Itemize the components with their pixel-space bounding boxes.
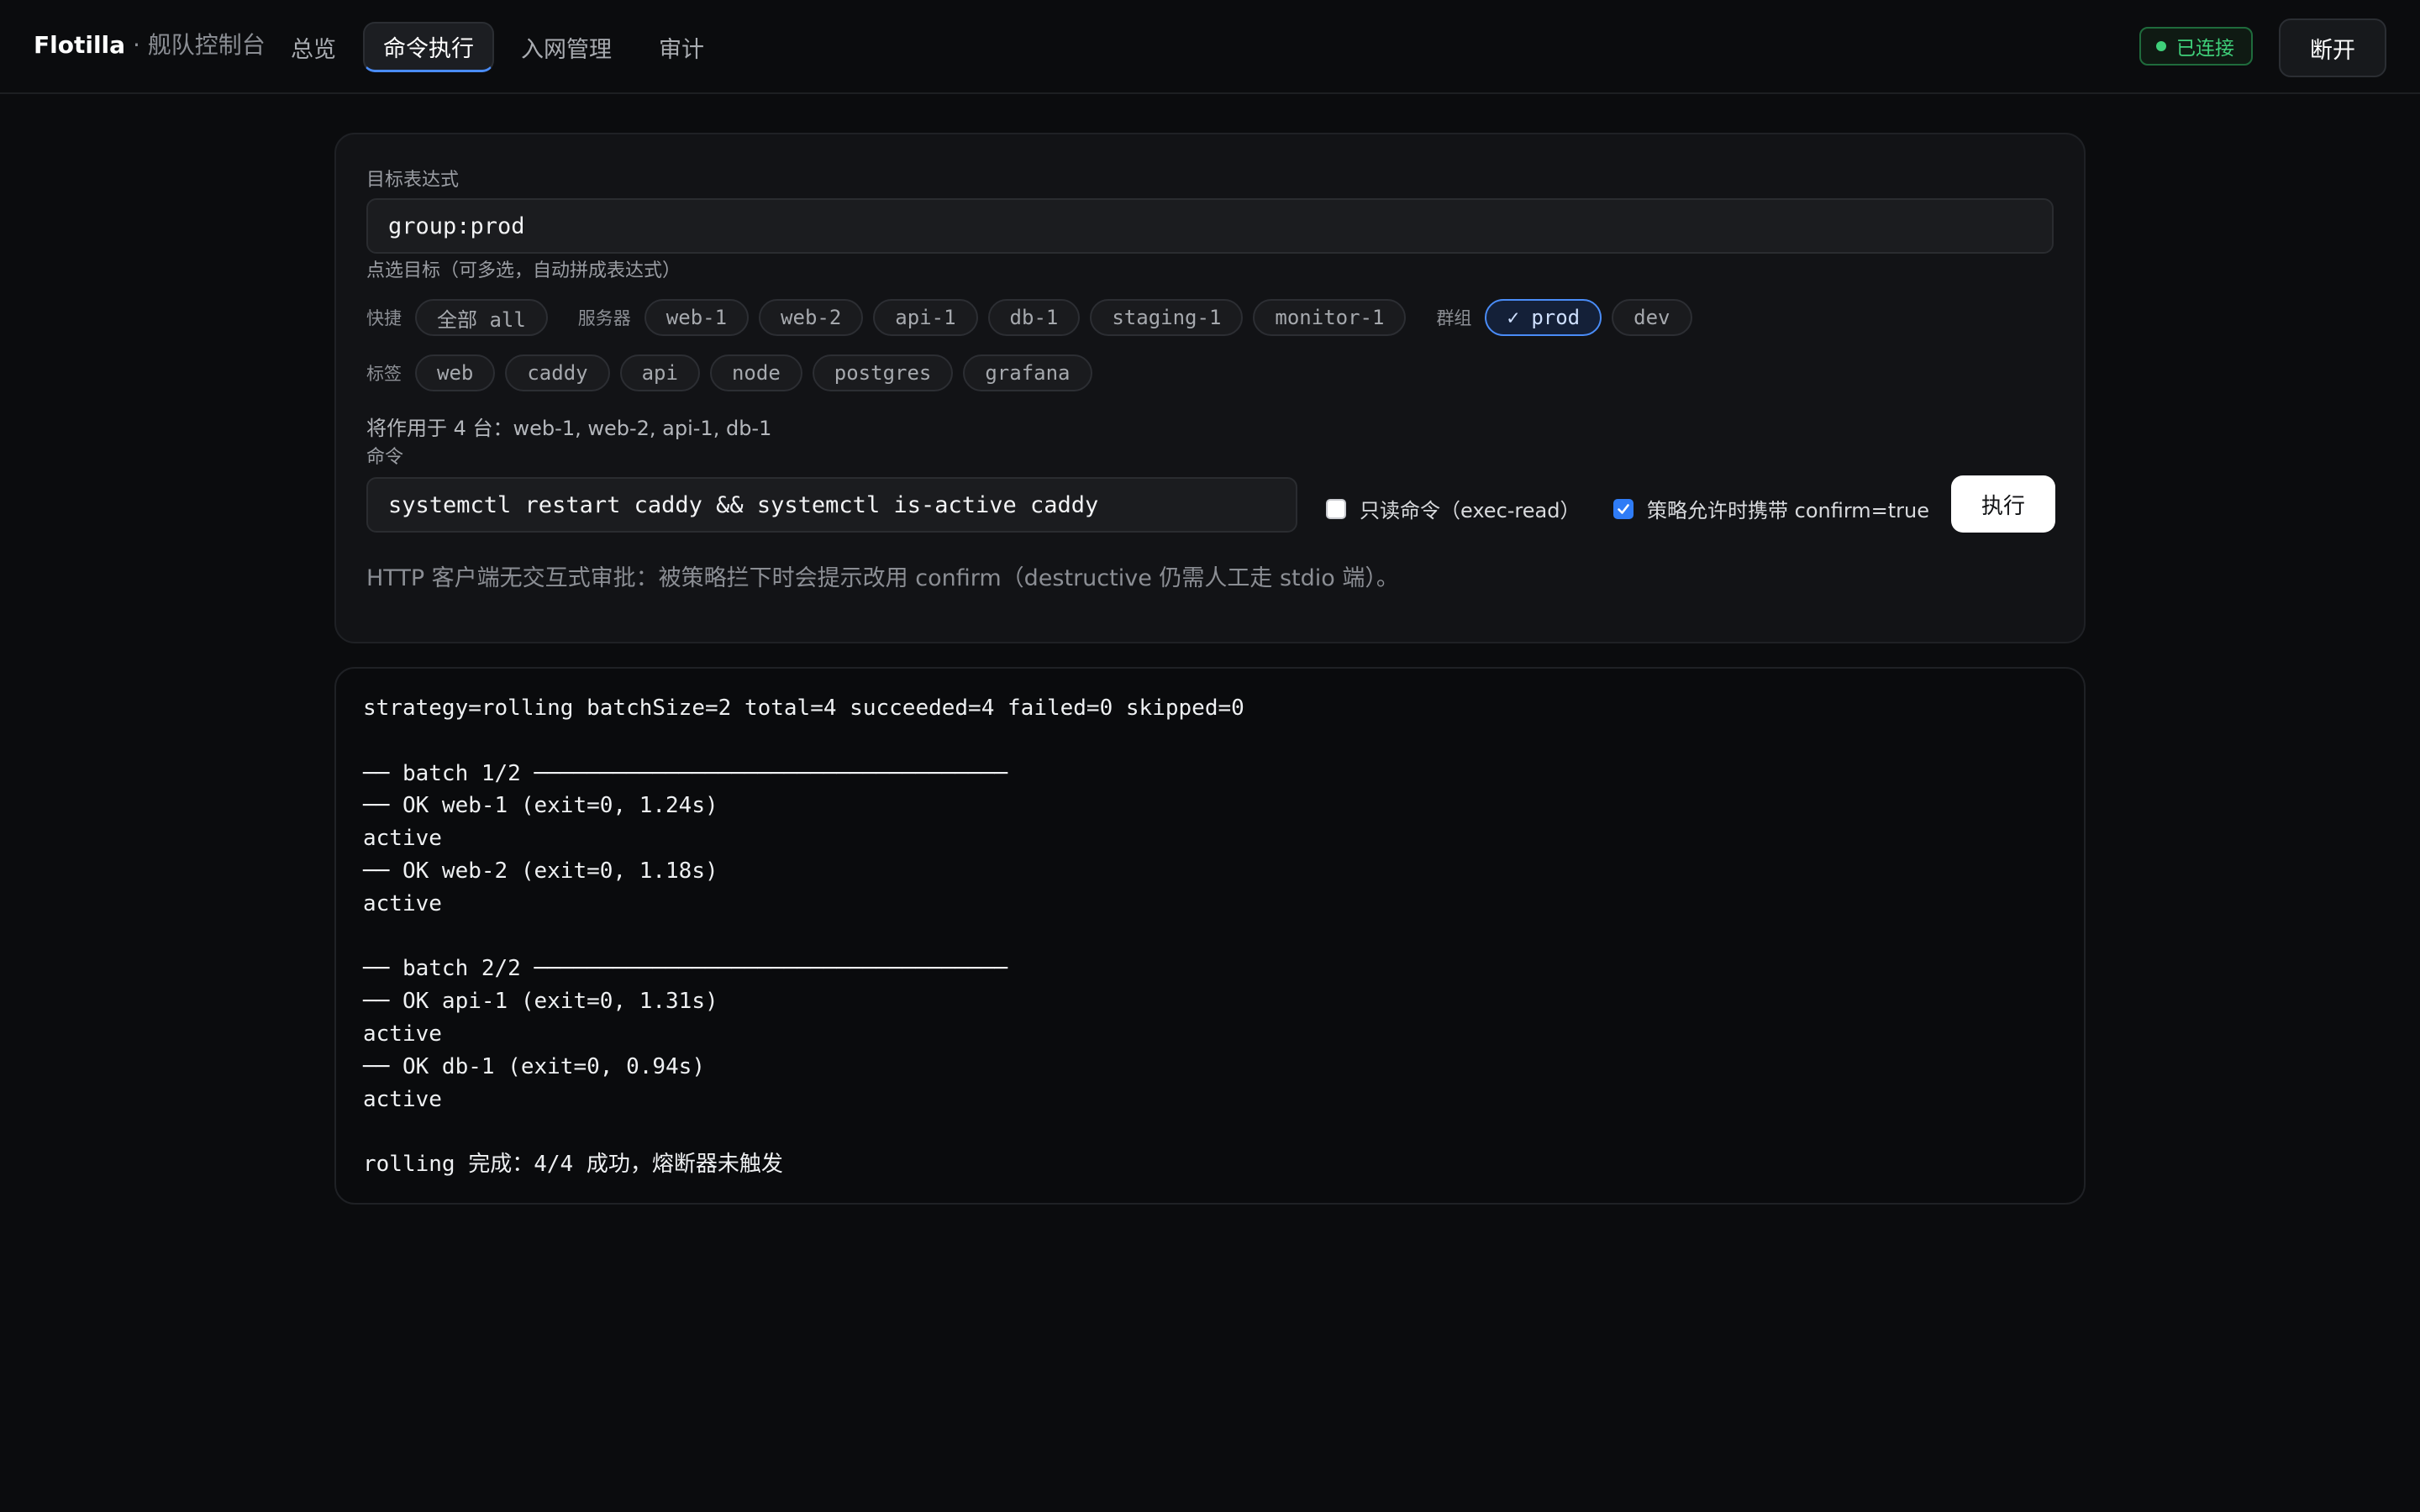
nav-tab-enrollment[interactable]: 入网管理 — [501, 22, 632, 72]
output-line: ── OK web-2 (exit=0, 1.18s) — [363, 858, 718, 884]
output-line: ── batch 2/2 ───────────────────────────… — [363, 956, 1008, 982]
chip-tag-api[interactable]: api — [619, 354, 700, 391]
command-output-log: strategy=rolling batchSize=2 total=4 suc… — [363, 692, 2057, 1181]
chip-server-web-1[interactable]: web-1 — [644, 299, 750, 336]
connection-status-text: 已连接 — [2176, 38, 2234, 60]
command-label: 命令 — [366, 447, 404, 468]
command-input[interactable]: systemctl restart caddy && systemctl is-… — [366, 477, 1297, 533]
confirm-checkbox-label: 策略允许时携带 confirm=true — [1647, 499, 1930, 522]
app-brand: Flotilla · 舰队控制台 — [34, 29, 266, 62]
readonly-checkbox-label: 只读命令（exec-read） — [1360, 499, 1581, 522]
checkmark-icon — [1618, 503, 1629, 514]
output-line: active — [363, 1086, 442, 1112]
target-chip-row: 快捷 全部 all 服务器 web-1 web-2 api-1 db-1 sta… — [366, 299, 1692, 336]
execute-button[interactable]: 执行 — [1951, 475, 2055, 533]
tag-chip-row: 标签 web caddy api node postgres grafana — [366, 354, 1092, 391]
servers-label: 服务器 — [577, 308, 631, 328]
command-output-panel: strategy=rolling batchSize=2 total=4 suc… — [334, 667, 2086, 1205]
chip-group-dev[interactable]: dev — [1612, 299, 1692, 336]
output-line: rolling 完成：4/4 成功，熔断器未触发 — [363, 1152, 783, 1178]
brand-separator: · — [125, 31, 148, 59]
tags-label: 标签 — [366, 364, 402, 384]
confirm-checkbox[interactable] — [1613, 498, 1634, 519]
nav-tab-audit[interactable]: 审计 — [639, 22, 724, 72]
affected-hosts-text: 将作用于 4 台：web-1, web-2, api-1, db-1 — [366, 417, 772, 440]
chip-server-api-1[interactable]: api-1 — [873, 299, 978, 336]
output-line: ── OK api-1 (exit=0, 1.31s) — [363, 989, 718, 1015]
chip-server-db-1[interactable]: db-1 — [987, 299, 1081, 336]
http-approval-hint: HTTP 客户端无交互式审批：被策略拦下时会提示改用 confirm（destr… — [366, 565, 1399, 591]
top-bar: Flotilla · 舰队控制台 总览 命令执行 入网管理 审计 已连接 断开 — [0, 0, 2420, 94]
chip-server-staging-1[interactable]: staging-1 — [1090, 299, 1244, 336]
main-nav: 总览 命令执行 入网管理 审计 — [271, 22, 724, 72]
output-line: active — [363, 1021, 442, 1047]
chip-tag-postgres[interactable]: postgres — [812, 354, 954, 391]
chip-server-web-2[interactable]: web-2 — [759, 299, 864, 336]
output-line: ── batch 1/2 ───────────────────────────… — [363, 760, 1008, 786]
chip-tag-node[interactable]: node — [709, 354, 802, 391]
command-form-panel: 目标表达式 group:prod 点选目标（可多选，自动拼成表达式） 快捷 全部… — [334, 133, 2086, 643]
target-expression-input[interactable]: group:prod — [366, 198, 2054, 254]
connection-status-badge: 已连接 — [2139, 27, 2253, 66]
nav-tab-overview[interactable]: 总览 — [271, 22, 356, 72]
app-subtitle: 舰队控制台 — [147, 31, 266, 59]
pick-targets-hint: 点选目标（可多选，自动拼成表达式） — [366, 260, 681, 281]
groups-label: 群组 — [1436, 308, 1472, 328]
status-dot-icon — [2156, 41, 2166, 51]
readonly-option[interactable]: 只读命令（exec-read） — [1326, 494, 1580, 523]
chip-all[interactable]: 全部 all — [415, 299, 548, 336]
output-line: ── OK db-1 (exit=0, 0.94s) — [363, 1053, 705, 1079]
quick-label: 快捷 — [366, 308, 402, 328]
app-name: Flotilla — [34, 31, 126, 59]
readonly-checkbox[interactable] — [1326, 498, 1346, 519]
nav-tab-command-exec[interactable]: 命令执行 — [363, 22, 494, 72]
target-expression-label: 目标表达式 — [366, 170, 460, 191]
chip-server-monitor-1[interactable]: monitor-1 — [1253, 299, 1407, 336]
chip-tag-caddy[interactable]: caddy — [505, 354, 610, 391]
output-line: active — [363, 826, 442, 852]
confirm-option[interactable]: 策略允许时携带 confirm=true — [1613, 494, 1929, 523]
output-line: strategy=rolling batchSize=2 total=4 suc… — [363, 696, 1244, 721]
chip-group-prod[interactable]: ✓ prod — [1485, 299, 1602, 336]
disconnect-button[interactable]: 断开 — [2279, 18, 2386, 77]
output-line: ── OK web-1 (exit=0, 1.24s) — [363, 793, 718, 819]
chip-tag-grafana[interactable]: grafana — [963, 354, 1092, 391]
output-line: active — [363, 890, 442, 916]
chip-tag-web[interactable]: web — [415, 354, 496, 391]
